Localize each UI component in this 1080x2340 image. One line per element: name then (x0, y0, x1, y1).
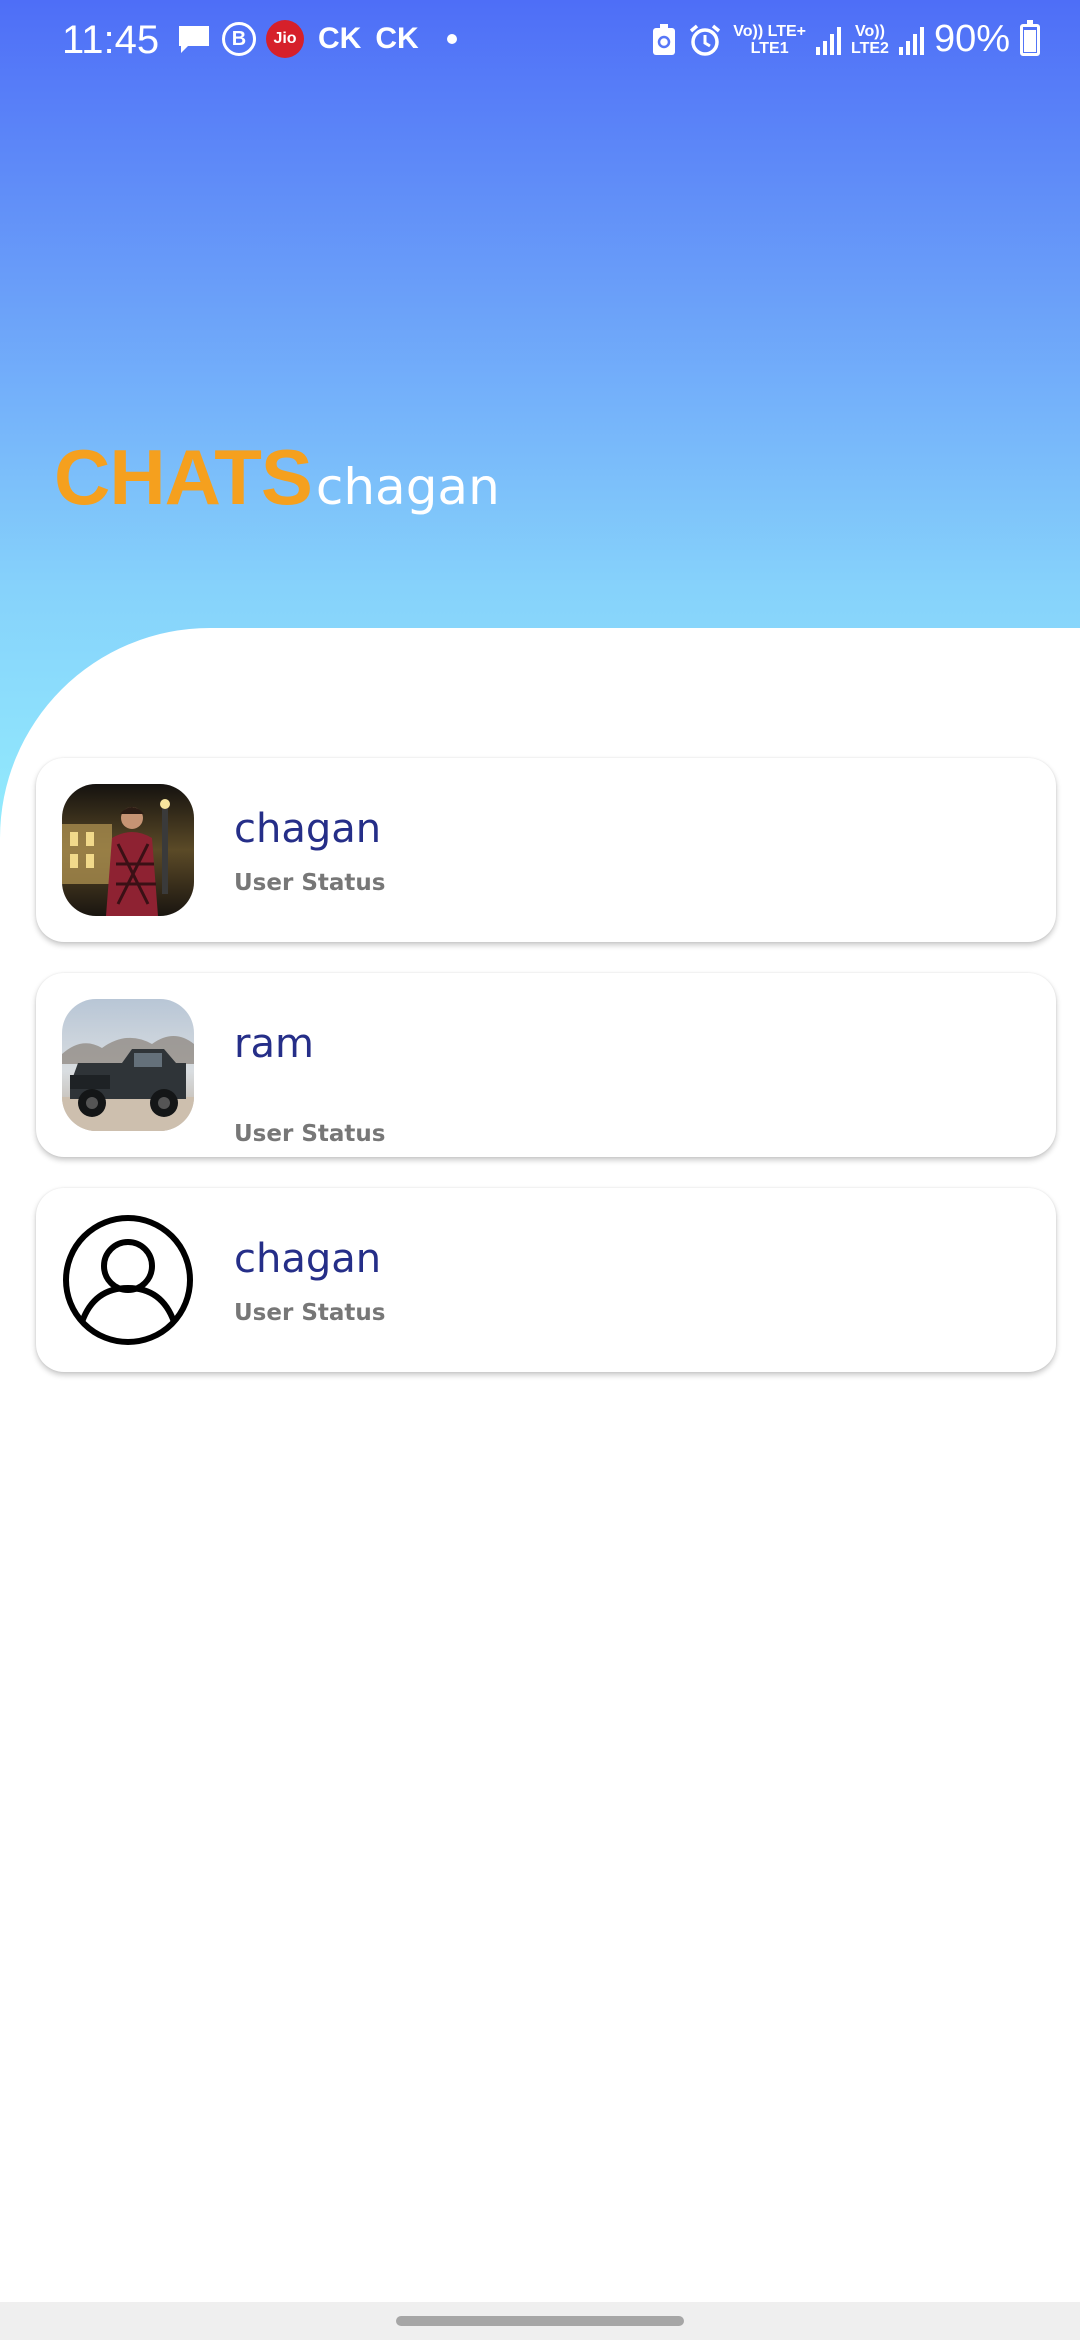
status-bar: 11:45 B Jio CK CK Vo)) LTE+ LTE1 Vo)) LT… (0, 0, 1080, 86)
alarm-icon (687, 22, 723, 58)
chat-list: chagan User Status ram User Status chaga… (36, 758, 1056, 1403)
chat-list-item[interactable]: chagan User Status (36, 758, 1056, 942)
page-title: CHATS chagan (54, 432, 500, 523)
chat-name: chagan (234, 1236, 382, 1282)
battery-icon (1020, 19, 1040, 56)
ck-icon-2: CK (375, 22, 419, 55)
network-sim2: Vo)) LTE2 (851, 22, 889, 57)
chat-status: User Status (234, 870, 386, 896)
signal-sim1-icon (816, 25, 841, 55)
battery-saver-icon (651, 23, 677, 57)
home-gesture-handle[interactable] (396, 2316, 684, 2326)
chats-title: CHATS (54, 433, 313, 521)
default-user-icon (62, 1214, 194, 1346)
avatar-truck-photo (62, 999, 194, 1131)
avatar-person-photo (62, 784, 194, 916)
b-icon: B (222, 22, 256, 56)
chat-list-item[interactable]: ram User Status (36, 973, 1056, 1157)
notification-icons: B Jio CK CK (176, 20, 457, 58)
chat-name: ram (234, 1021, 314, 1067)
chat-status: User Status (234, 1121, 386, 1147)
chat-name: chagan (234, 806, 382, 852)
current-username: chagan (315, 458, 500, 516)
system-icons: Vo)) LTE+ LTE1 Vo)) LTE2 90% (651, 18, 1040, 61)
message-icon (176, 23, 212, 55)
more-notifications-dot (446, 34, 457, 44)
chats-screen: 11:45 B Jio CK CK Vo)) LTE+ LTE1 Vo)) LT… (0, 0, 1080, 2340)
signal-sim2-icon (898, 25, 924, 55)
chat-list-item[interactable]: chagan User Status (36, 1188, 1056, 1372)
network-sim1: Vo)) LTE+ LTE1 (733, 22, 806, 57)
navigation-bar (0, 2302, 1080, 2340)
chat-status: User Status (234, 1300, 386, 1326)
status-time: 11:45 (62, 18, 160, 62)
ck-icon: CK (318, 22, 362, 55)
jio-icon: Jio (266, 20, 304, 58)
battery-percent: 90% (933, 18, 1010, 60)
